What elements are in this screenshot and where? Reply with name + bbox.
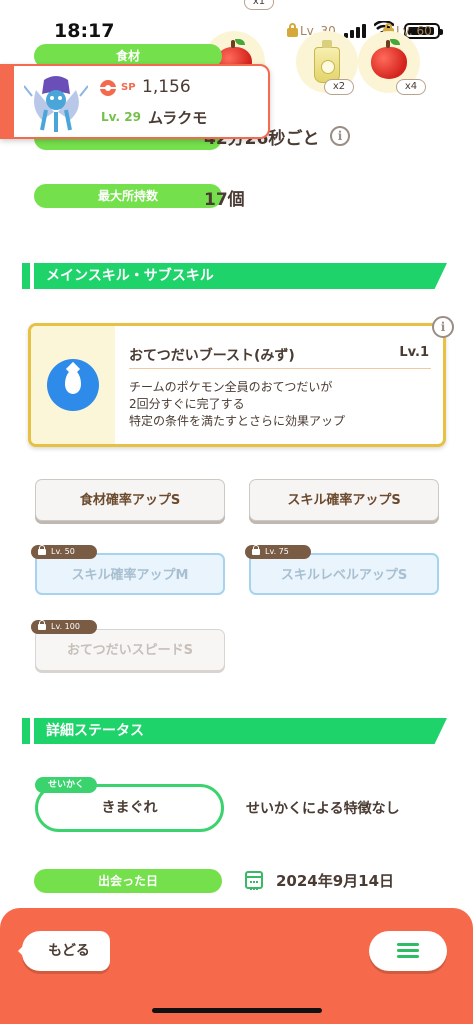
status-time: 18:17 xyxy=(54,20,115,42)
lock-icon xyxy=(38,620,46,630)
pokemon-level: Lv. 29 xyxy=(101,110,141,124)
sub-skill-lock-tag: Lv. 100 xyxy=(31,620,97,634)
ingredient-count-badge: x2 xyxy=(324,79,354,95)
max-carry-value: 17個 xyxy=(204,190,245,210)
divider xyxy=(129,368,431,369)
info-icon[interactable]: i xyxy=(330,126,350,146)
nature-effect: せいかくによる特徴なし xyxy=(246,801,400,817)
calendar-icon xyxy=(245,871,263,890)
main-skill-section-header: メインスキル・サブスキル xyxy=(22,263,447,289)
lock-icon xyxy=(287,23,298,37)
max-carry-label: 最大所持数 xyxy=(34,184,222,208)
main-skill-name: おてつだいブースト(みず) xyxy=(129,348,295,364)
met-date-value: 2024年9月14日 xyxy=(276,872,395,890)
main-skill-level: Lv.1 xyxy=(399,345,429,360)
sub-skill-button[interactable]: 食材確率アップS xyxy=(35,479,225,521)
back-button[interactable]: もどる xyxy=(18,931,110,971)
pokemon-portrait xyxy=(24,76,88,132)
sp-value: 1,156 xyxy=(142,77,191,97)
ingredient-count-badge: x1 xyxy=(244,0,274,10)
sub-skill-lock-tag: Lv. 50 xyxy=(31,545,97,559)
sub-skill-lock-tag: Lv. 75 xyxy=(245,545,311,559)
home-indicator xyxy=(152,1008,322,1013)
lock-icon xyxy=(38,545,46,555)
water-drop-icon xyxy=(47,359,99,411)
ingredient-slot[interactable]: x4 xyxy=(358,31,426,95)
signal-icon xyxy=(344,24,368,38)
detail-status-section-header: 詳細ステータス xyxy=(22,718,447,744)
main-skill-info-icon[interactable]: i xyxy=(432,316,454,338)
nature-tag: せいかく xyxy=(35,777,97,793)
lock-icon xyxy=(252,545,260,555)
apple-icon xyxy=(371,39,407,79)
met-date-label: 出会った日 xyxy=(34,869,222,893)
main-skill-card[interactable]: おてつだいブースト(みず) Lv.1 チームのポケモン全員のおてつだいが 2回分… xyxy=(28,323,446,447)
main-skill-description: チームのポケモン全員のおてつだいが 2回分すぐに完了する 特定の条件を満たすとさ… xyxy=(129,380,346,428)
menu-button[interactable] xyxy=(369,931,447,971)
sub-skill-button[interactable]: スキル確率アップS xyxy=(249,479,439,521)
sub-skill-button-locked[interactable]: スキル確率アップM xyxy=(35,553,225,595)
sp-icon xyxy=(100,80,116,96)
pokemon-summary-card[interactable]: SP 1,156 Lv. 29 ムラクモ xyxy=(0,64,270,139)
section-title: メインスキル・サブスキル xyxy=(34,263,447,289)
ingredient-count-badge: x4 xyxy=(396,79,426,95)
menu-icon xyxy=(397,943,419,946)
section-title: 詳細ステータス xyxy=(34,718,447,744)
sp-label: SP xyxy=(121,82,136,93)
card-stripe xyxy=(0,66,14,137)
pokemon-name: ムラクモ xyxy=(148,109,208,127)
oil-bottle-icon xyxy=(314,40,340,83)
ingredient-slot[interactable]: x2 xyxy=(296,31,358,95)
sub-skill-button-locked[interactable]: おてつだいスピードS xyxy=(35,629,225,671)
sub-skill-button-locked[interactable]: スキルレベルアップS xyxy=(249,553,439,595)
